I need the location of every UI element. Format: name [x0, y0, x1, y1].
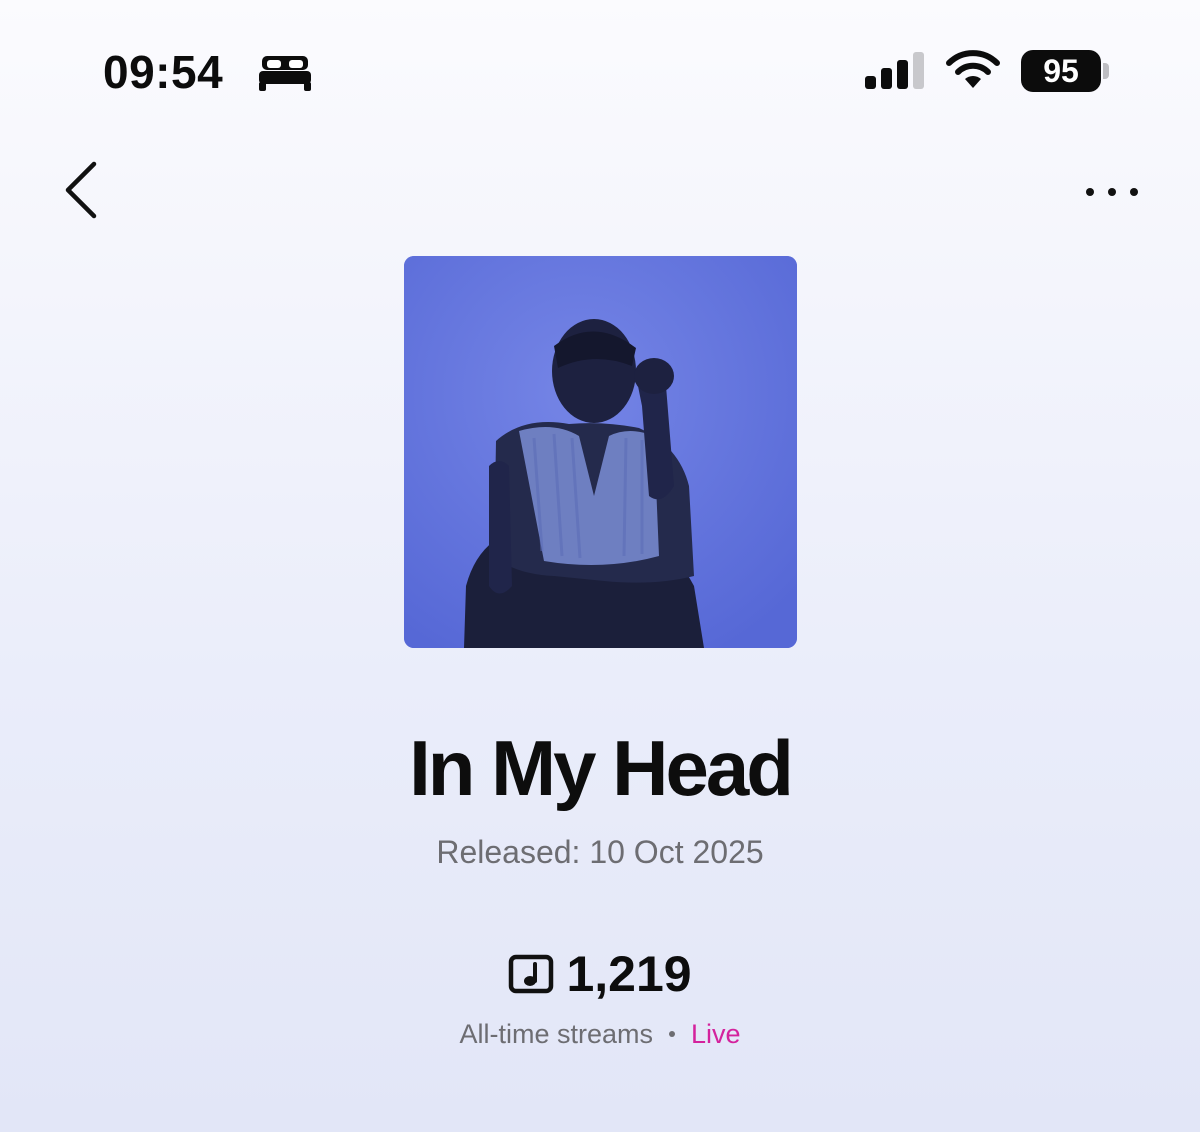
battery-cap — [1103, 63, 1109, 79]
streams-count: 1,219 — [566, 946, 692, 1002]
back-button[interactable] — [52, 158, 112, 222]
separator-dot — [669, 1031, 675, 1037]
streams-label: All-time streams — [459, 1019, 653, 1049]
release-date: Released: 10 Oct 2025 — [436, 834, 764, 870]
bed-icon — [259, 56, 311, 91]
live-badge: Live — [691, 1019, 741, 1049]
streams-caption: All-time streams Live — [0, 1015, 1200, 1053]
battery-indicator: 95 — [1021, 50, 1111, 92]
status-time: 09:54 — [103, 46, 224, 98]
battery-level: 95 — [1021, 50, 1101, 92]
streams-row: 1,219 — [0, 944, 1200, 1004]
album-artwork[interactable] — [404, 256, 797, 648]
status-bar: 09:54 95 — [0, 0, 1200, 120]
chevron-left-icon — [65, 161, 97, 219]
wifi-icon — [946, 50, 1000, 88]
cellular-signal-icon — [865, 52, 924, 89]
track-title: In My Head — [409, 724, 794, 812]
music-note-icon — [509, 954, 554, 994]
more-options-button[interactable] — [1076, 172, 1148, 212]
more-dots-icon — [1086, 188, 1138, 196]
